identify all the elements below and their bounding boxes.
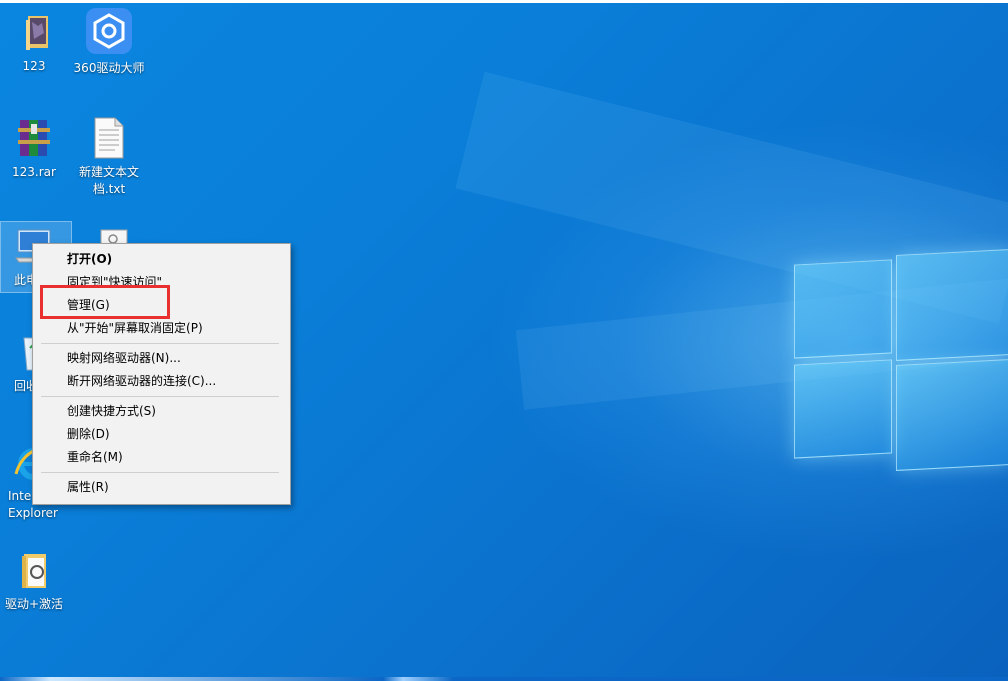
desktop-icon-driver-activation-folder[interactable]: 驱动+激活 xyxy=(0,548,70,613)
taskbar-edge xyxy=(0,677,1008,681)
settings-document-icon xyxy=(87,226,131,244)
desktop-icon-123-rar[interactable]: 123.rar xyxy=(0,116,70,181)
icon-label: 360驱动大师 xyxy=(73,61,145,75)
context-menu: 打开(O) 固定到"快速访问" 管理(G) 从"开始"屏幕取消固定(P) 映射网… xyxy=(32,243,291,505)
menu-item-delete[interactable]: 删除(D) xyxy=(67,424,110,444)
folder-icon xyxy=(12,10,56,54)
windows-logo-wallpaper xyxy=(792,244,1008,471)
text-file-icon xyxy=(87,116,131,160)
manage-highlight-annotation xyxy=(40,285,170,319)
menu-separator xyxy=(41,396,279,397)
desktop-icon-123-folder[interactable]: 123 xyxy=(0,10,70,75)
icon-label: 123.rar xyxy=(12,165,56,179)
icon-label: 123 xyxy=(22,59,46,73)
menu-separator xyxy=(41,472,279,473)
desktop-icon-new-text-file[interactable]: 新建文本文 档.txt xyxy=(73,116,145,198)
menu-item-map-network-drive[interactable]: 映射网络驱动器(N)... xyxy=(67,348,181,368)
icon-label: 驱动+激活 xyxy=(4,597,64,611)
menu-separator xyxy=(41,343,279,344)
icon-label: 新建文本文 档.txt xyxy=(78,165,139,196)
folder-icon xyxy=(12,548,56,592)
menu-item-create-shortcut[interactable]: 创建快捷方式(S) xyxy=(67,401,156,421)
driver-master-icon xyxy=(84,6,134,56)
menu-item-disconnect-network-drive[interactable]: 断开网络驱动器的连接(C)... xyxy=(67,371,216,391)
top-edge xyxy=(0,0,1008,3)
desktop-icon-settings-partial[interactable] xyxy=(73,226,145,244)
menu-item-properties[interactable]: 属性(R) xyxy=(67,477,109,497)
menu-item-rename[interactable]: 重命名(M) xyxy=(67,447,123,467)
menu-item-unpin-start[interactable]: 从"开始"屏幕取消固定(P) xyxy=(67,318,203,338)
menu-item-open[interactable]: 打开(O) xyxy=(67,249,112,269)
winrar-archive-icon xyxy=(12,116,56,160)
desktop-icon-360-driver[interactable]: 360驱动大师 xyxy=(73,6,145,77)
